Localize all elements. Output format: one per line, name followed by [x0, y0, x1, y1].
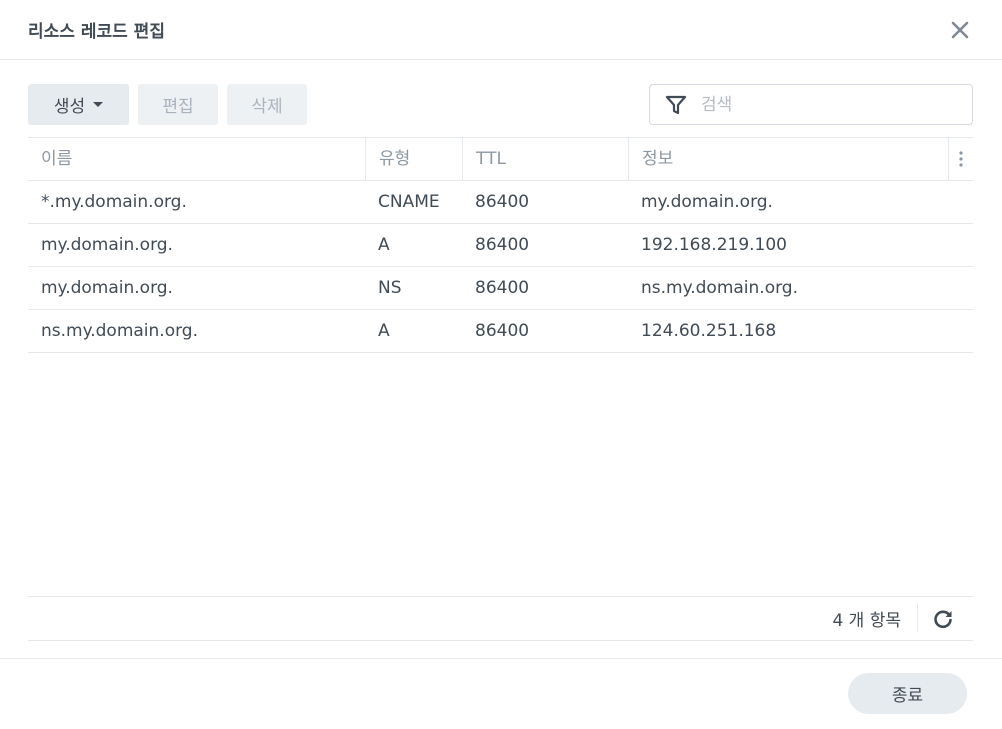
cell-info: 124.60.251.168 — [641, 321, 777, 341]
close-icon — [951, 21, 969, 39]
create-button[interactable]: 생성 — [28, 84, 129, 125]
close-button[interactable] — [946, 16, 974, 44]
column-menu-button[interactable] — [948, 138, 973, 180]
cell-ttl: 86400 — [475, 278, 530, 298]
column-header-info[interactable]: 정보 — [628, 138, 948, 180]
divider — [917, 604, 918, 632]
filter-icon — [665, 95, 687, 114]
edit-button-label: 편집 — [162, 97, 194, 117]
item-count: 4 개 항목 — [832, 611, 901, 631]
more-vertical-icon — [959, 151, 963, 167]
search-box[interactable] — [649, 84, 973, 125]
table-row[interactable]: *.my.domain.org. CNAME 86400 my.domain.o… — [28, 181, 973, 224]
cell-type: NS — [378, 278, 402, 298]
dialog-footer: 종료 — [0, 658, 1002, 729]
refresh-icon[interactable] — [931, 607, 955, 631]
table-row[interactable]: my.domain.org. NS 86400 ns.my.domain.org… — [28, 267, 973, 310]
cell-name: ns.my.domain.org. — [41, 321, 198, 341]
column-header-type[interactable]: 유형 — [365, 138, 462, 180]
cell-info: 192.168.219.100 — [641, 235, 788, 255]
delete-button-label: 삭제 — [251, 97, 283, 117]
cell-ttl: 86400 — [475, 192, 530, 212]
edit-resource-record-dialog: 리소스 레코드 편집 생성 편집 삭제 이름 유형 TTL 정보 — [0, 0, 1002, 728]
cell-name: *.my.domain.org. — [41, 192, 187, 212]
cell-info: ns.my.domain.org. — [641, 278, 798, 298]
column-header-name[interactable]: 이름 — [28, 138, 365, 180]
close-dialog-button-label: 종료 — [891, 686, 924, 706]
chevron-down-icon — [93, 102, 104, 107]
close-dialog-button[interactable]: 종료 — [848, 673, 967, 714]
table-footer: 4 개 항목 — [28, 596, 973, 641]
create-button-label: 생성 — [53, 97, 86, 117]
table-row[interactable]: ns.my.domain.org. A 86400 124.60.251.168 — [28, 310, 973, 353]
cell-type: CNAME — [378, 192, 440, 212]
dialog-title: 리소스 레코드 편집 — [28, 22, 165, 42]
column-header-ttl[interactable]: TTL — [462, 138, 628, 180]
cell-ttl: 86400 — [475, 321, 530, 341]
cell-type: A — [378, 235, 390, 255]
cell-type: A — [378, 321, 390, 341]
cell-name: my.domain.org. — [41, 278, 173, 298]
records-table: 이름 유형 TTL 정보 *.my.domain.org. CNAME 8640… — [28, 137, 973, 353]
delete-button[interactable]: 삭제 — [227, 84, 307, 125]
cell-name: my.domain.org. — [41, 235, 173, 255]
table-row[interactable]: my.domain.org. A 86400 192.168.219.100 — [28, 224, 973, 267]
table-header: 이름 유형 TTL 정보 — [28, 138, 973, 181]
title-bar: 리소스 레코드 편집 — [0, 0, 1002, 60]
search-input[interactable] — [699, 93, 953, 116]
cell-info: my.domain.org. — [641, 192, 773, 212]
cell-ttl: 86400 — [475, 235, 530, 255]
edit-button[interactable]: 편집 — [138, 84, 218, 125]
